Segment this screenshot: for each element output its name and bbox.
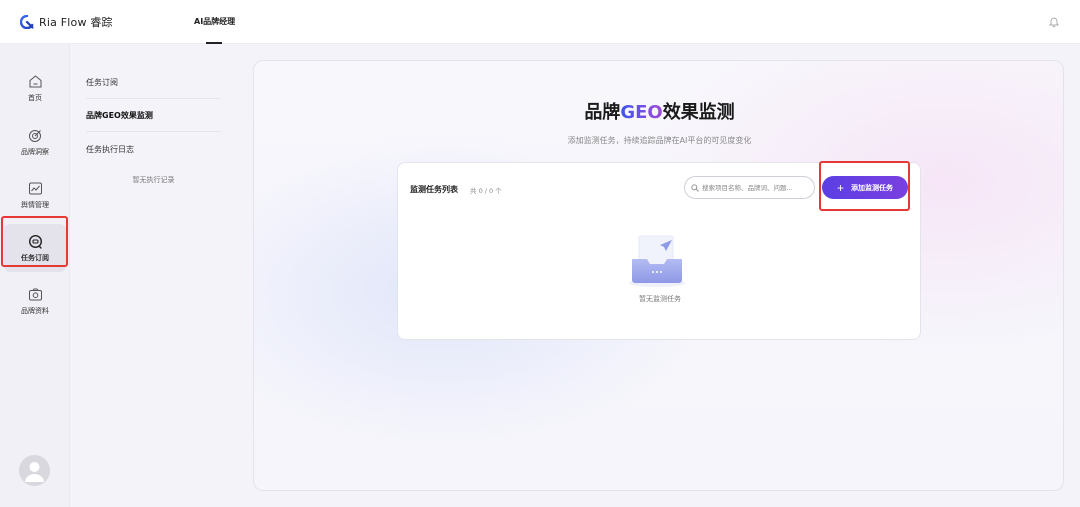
rail-label: 任务订阅 — [21, 253, 49, 262]
logo-mark-icon — [20, 15, 34, 29]
rail-label: 舆情管理 — [21, 200, 49, 209]
rail-label: 品牌洞察 — [21, 147, 49, 156]
home-icon — [29, 74, 41, 87]
title-geo: GEO — [620, 102, 663, 123]
submenu-item-execution-log[interactable]: 任务执行日志 — [86, 133, 221, 166]
camera-icon — [28, 288, 42, 300]
execution-log-empty-text: 暂无执行记录 — [132, 176, 175, 184]
brand-name: Ria Flow 睿踪 — [39, 16, 113, 29]
task-list-empty-text: 暂无监测任务 — [639, 295, 681, 303]
target-icon — [28, 129, 41, 142]
title-suffix: 效果监测 — [662, 102, 735, 123]
submenu-item-task-subscription[interactable]: 任务订阅 — [86, 66, 221, 99]
top-bar: Ria Flow 睿踪 AI品牌经理 — [0, 0, 1080, 44]
rail-item-home[interactable]: 首页 — [4, 64, 66, 112]
user-icon — [25, 462, 44, 482]
page-subtitle: 添加监测任务，持续追踪品牌在AI平台的可见度变化 — [567, 136, 752, 145]
main-panel: 品牌GEO效果监测 添加监测任务，持续追踪品牌在AI平台的可见度变化 监测任务列… — [253, 60, 1064, 491]
plus-icon: + — [836, 180, 844, 195]
icon-rail: 首页 品牌洞察 舆情管理 任务订阅 品牌资料 — [0, 44, 70, 507]
search-icon — [691, 184, 699, 192]
add-monitor-task-label: 添加监测任务 — [851, 184, 893, 192]
rail-label: 品牌资料 — [21, 306, 49, 315]
page-title: 品牌GEO效果监测 — [254, 98, 1065, 124]
search-input[interactable] — [702, 181, 812, 195]
submenu-item-geo-monitoring[interactable]: 品牌GEO效果监测 — [86, 99, 221, 132]
rail-item-sentiment[interactable]: 舆情管理 — [4, 171, 66, 219]
nav-ai-brand-manager[interactable]: AI品牌经理 — [194, 16, 235, 27]
task-list-card: 监测任务列表 共 0 / 0 个 + 添加监测任务 暂无监测任务 — [397, 162, 921, 340]
search-box[interactable] — [684, 176, 815, 199]
avatar[interactable] — [19, 455, 50, 486]
rail-item-task-subscription[interactable]: 任务订阅 — [4, 224, 66, 272]
rail-label: 首页 — [28, 93, 42, 102]
empty-inbox-icon — [629, 235, 685, 287]
task-list-title: 监测任务列表 — [410, 185, 458, 194]
sub-menu: 任务订阅 品牌GEO效果监测 任务执行日志 暂无执行记录 — [70, 44, 238, 507]
rail-item-brand-insight[interactable]: 品牌洞察 — [4, 118, 66, 166]
chart-window-icon — [28, 182, 42, 194]
subscription-icon — [28, 234, 42, 249]
logo[interactable]: Ria Flow 睿踪 — [20, 14, 113, 30]
title-prefix: 品牌 — [584, 102, 621, 123]
add-monitor-task-button[interactable]: + 添加监测任务 — [822, 176, 908, 199]
task-count: 共 0 / 0 个 — [470, 187, 502, 195]
bell-icon[interactable] — [1049, 16, 1059, 27]
rail-item-brand-materials[interactable]: 品牌资料 — [4, 277, 66, 325]
